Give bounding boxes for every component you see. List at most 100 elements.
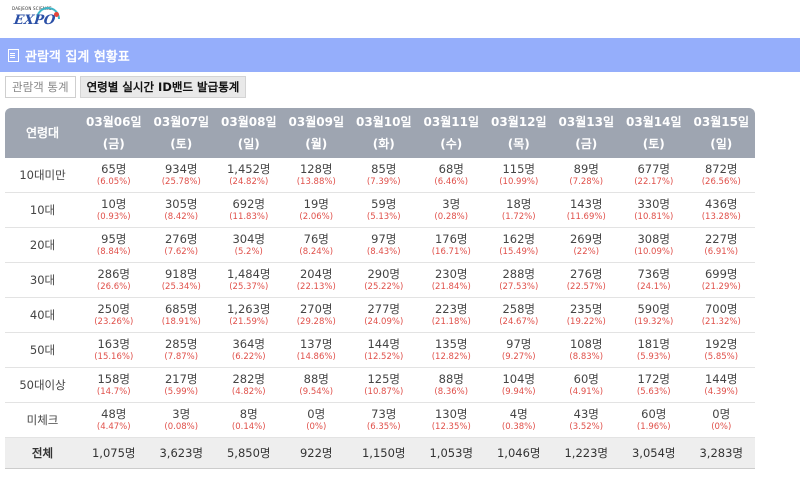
table-cell: 918명 (25.34%) [147, 262, 215, 298]
table-cell: 8명 (0.14%) [215, 402, 283, 438]
header-date: 03월11일 [423, 115, 479, 129]
table-cell: 143명 (11.69%) [552, 192, 620, 228]
cell-count: 97명 [506, 337, 532, 351]
cell-count: 685명 [164, 302, 198, 316]
cell-percent: (1.72%) [501, 212, 536, 222]
table-cell: 89명 (7.28%) [552, 158, 620, 193]
document-icon [8, 48, 19, 62]
cell-count: 158명 [97, 372, 131, 386]
table-cell: 65명 (6.05%) [80, 158, 148, 193]
cell-percent: (5.13%) [366, 212, 401, 222]
cell-percent: (24.67%) [499, 317, 539, 327]
cell-percent: (6.35%) [366, 422, 401, 432]
table-cell: 276명 (22.57%) [552, 262, 620, 298]
header-date: 03월07일 [153, 115, 209, 129]
cell-count: 108명 [569, 337, 603, 351]
table-cell: 304명 (5.2%) [215, 227, 283, 263]
table-cell: 4명 (0.38%) [485, 402, 553, 438]
cell-percent: (3.52%) [569, 422, 604, 432]
table-cell: 258명 (24.67%) [485, 297, 553, 333]
table-cell: 88명 (8.36%) [417, 367, 485, 403]
table-cell: 872명 (26.56%) [687, 158, 755, 193]
cell-percent: (22%) [573, 247, 600, 257]
table-cell: 230명 (21.84%) [417, 262, 485, 298]
tab-age-idband-stats[interactable]: 연령별 실시간 ID밴드 발급통계 [79, 76, 247, 98]
cell-count: 137명 [299, 337, 333, 351]
cell-count: 217명 [164, 372, 198, 386]
cell-count: 95명 [101, 232, 127, 246]
cell-count: 364명 [232, 337, 266, 351]
cell-percent: (8.84%) [96, 247, 131, 257]
cell-count: 305명 [164, 197, 198, 211]
cell-percent: (9.94%) [501, 387, 536, 397]
cell-percent: (24.82%) [229, 177, 269, 187]
table-cell: 3명 (0.08%) [147, 402, 215, 438]
row-age-label: 미체크 [5, 402, 80, 438]
cell-percent: (18.91%) [161, 317, 201, 327]
cell-count: 135명 [434, 337, 468, 351]
cell-count: 677명 [637, 162, 671, 176]
table-cell: 68명 (6.46%) [417, 158, 485, 193]
cell-percent: (2.06%) [299, 212, 334, 222]
header-date-column: 03월10일 (화) [350, 108, 418, 158]
cell-count: 125명 [367, 372, 401, 386]
table-cell: 76명 (8.24%) [282, 227, 350, 263]
page-title: 관람객 집계 현황표 [25, 49, 130, 65]
cell-count: 276명 [569, 267, 603, 281]
header-weekday: (화) [372, 137, 395, 151]
cell-count: 43명 [573, 407, 599, 421]
logo-main-text: EXPO [12, 13, 57, 28]
table-cell: 277명 (24.09%) [350, 297, 418, 333]
cell-count: 270명 [299, 302, 333, 316]
cell-count: 73명 [371, 407, 397, 421]
cell-percent: (27.53%) [499, 282, 539, 292]
header-weekday: (금) [575, 137, 598, 151]
cell-percent: (21.32%) [701, 317, 741, 327]
table-cell: 43명 (3.52%) [552, 402, 620, 438]
tab-visitor-stats[interactable]: 관람객 통계 [5, 76, 76, 98]
tab-bar: 관람객 통계 연령별 실시간 ID밴드 발급통계 [5, 76, 247, 98]
cell-percent: (25.34%) [161, 282, 201, 292]
cell-percent: (5.63%) [636, 387, 671, 397]
table-row: 20대 95명 (8.84%) 276명 (7.62%) 304명 (5.2%) 76명 (8.… [5, 227, 755, 263]
total-cell: 922명 [282, 437, 350, 469]
cell-percent: (29.28%) [296, 317, 336, 327]
cell-percent: (21.29%) [701, 282, 741, 292]
cell-percent: (10.87%) [364, 387, 404, 397]
total-cell: 1,075명 [80, 437, 148, 469]
cell-count: 19명 [303, 197, 329, 211]
total-cell: 3,054명 [620, 437, 688, 469]
cell-count: 308명 [637, 232, 671, 246]
cell-count: 76명 [303, 232, 329, 246]
table-cell: 162명 (15.49%) [485, 227, 553, 263]
table-cell: 88명 (9.54%) [282, 367, 350, 403]
cell-percent: (4.91%) [569, 387, 604, 397]
cell-percent: (16.71%) [431, 247, 471, 257]
cell-count: 204명 [299, 267, 333, 281]
cell-count: 88명 [303, 372, 329, 386]
title-bar: 관람객 집계 현황표 [0, 38, 800, 72]
table-cell: 181명 (5.93%) [620, 332, 688, 368]
cell-count: 692명 [232, 197, 266, 211]
table-cell: 144명 (4.39%) [687, 367, 755, 403]
cell-percent: (22.17%) [634, 177, 674, 187]
table-cell: 276명 (7.62%) [147, 227, 215, 263]
cell-percent: (15.49%) [499, 247, 539, 257]
header-weekday: (토) [170, 137, 193, 151]
table-body: 10대미만 65명 (6.05%) 934명 (25.78%) 1,452명 (24.82%… [5, 158, 755, 469]
cell-count: 258명 [502, 302, 536, 316]
table-cell: 48명 (4.47%) [80, 402, 148, 438]
cell-count: 1,484명 [226, 267, 271, 281]
cell-count: 330명 [637, 197, 671, 211]
table-cell: 192명 (5.85%) [687, 332, 755, 368]
cell-count: 1,263명 [226, 302, 271, 316]
expo-logo[interactable]: DAEJEON SCIENCE EXPO [12, 6, 60, 32]
header-date: 03월15일 [693, 115, 749, 129]
total-cell: 3,283명 [687, 437, 755, 469]
cell-count: 192명 [704, 337, 738, 351]
cell-count: 934명 [164, 162, 198, 176]
cell-count: 0명 [712, 407, 731, 421]
cell-count: 144명 [704, 372, 738, 386]
cell-percent: (8.83%) [569, 352, 604, 362]
cell-percent: (24.09%) [364, 317, 404, 327]
